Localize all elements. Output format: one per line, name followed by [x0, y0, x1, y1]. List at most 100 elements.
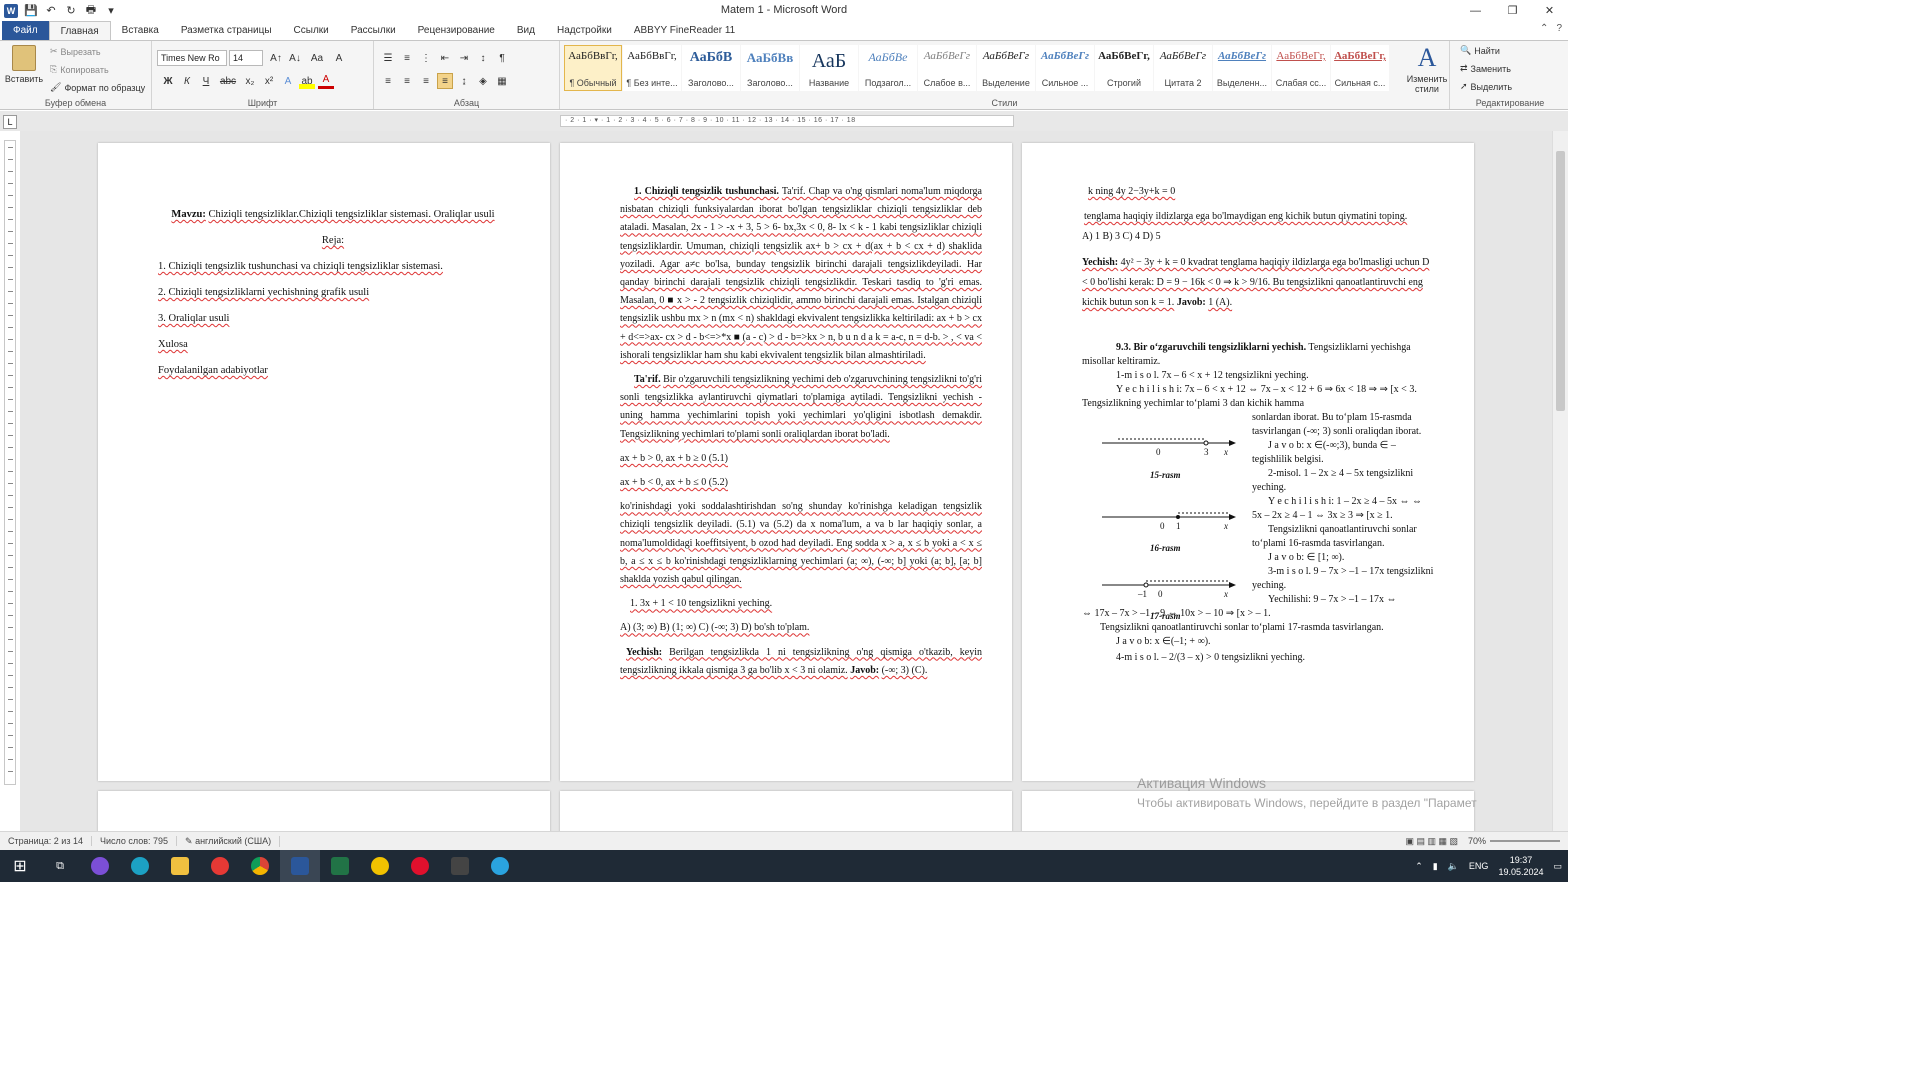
style-intense-emphasis[interactable]: АаБбВеГг Сильное ...: [1036, 45, 1094, 91]
select-button[interactable]: ➚ Выделить: [1460, 81, 1512, 92]
tab-addins[interactable]: Надстройки: [546, 21, 623, 40]
tab-references[interactable]: Ссылки: [283, 21, 340, 40]
superscript-button[interactable]: x²: [261, 73, 277, 89]
tab-page-layout[interactable]: Разметка страницы: [170, 21, 283, 40]
text-effects-icon[interactable]: A: [280, 73, 296, 89]
start-button[interactable]: ⊞: [0, 850, 40, 882]
italic-button[interactable]: К: [179, 73, 195, 89]
change-styles-button[interactable]: A Изменить стили: [1404, 45, 1450, 95]
bold-button[interactable]: Ж: [160, 73, 176, 89]
undo-icon[interactable]: ↶: [44, 4, 58, 17]
style-heading-1[interactable]: АаБбВ Заголово...: [682, 45, 740, 91]
style-subtle-reference[interactable]: АаБбВеГг, Слабая сс...: [1272, 45, 1330, 91]
align-right-icon[interactable]: ≡: [418, 73, 434, 89]
font-color-icon[interactable]: A: [318, 73, 334, 89]
tab-abbyy[interactable]: ABBYY FineReader 11: [623, 21, 746, 40]
tab-mailings[interactable]: Рассылки: [340, 21, 407, 40]
sort-icon[interactable]: ↕: [475, 50, 491, 66]
tab-home[interactable]: Главная: [48, 21, 111, 40]
zoom-level[interactable]: 70%: [1468, 836, 1486, 846]
grow-font-button[interactable]: A↑: [268, 50, 284, 66]
tab-review[interactable]: Рецензирование: [407, 21, 506, 40]
page-2[interactable]: 1. Chiziqli tengsizlik tushunchasi. Ta'r…: [560, 143, 1012, 781]
line-spacing-icon[interactable]: ↨: [456, 73, 472, 89]
zoom-slider[interactable]: [1490, 840, 1560, 842]
multilevel-list-icon[interactable]: ⋮: [418, 50, 434, 66]
taskbar-edge[interactable]: [120, 850, 160, 882]
change-case-button[interactable]: Aa: [306, 50, 328, 66]
task-view-button[interactable]: ⧉: [40, 850, 80, 882]
font-size-dropdown[interactable]: 14: [229, 50, 263, 66]
tab-selector[interactable]: L: [3, 115, 17, 129]
justify-icon[interactable]: ≡: [437, 73, 453, 89]
network-icon[interactable]: ▮: [1433, 861, 1438, 872]
volume-icon[interactable]: 🔈: [1448, 861, 1459, 872]
find-button[interactable]: 🔍 Найти: [1460, 45, 1500, 56]
taskbar-telegram[interactable]: [480, 850, 520, 882]
vertical-ruler[interactable]: [4, 140, 16, 785]
print-preview-icon[interactable]: 🖶: [84, 1, 98, 20]
style-normal[interactable]: АаБбВвГг, ¶ Обычный: [564, 45, 622, 91]
tab-insert[interactable]: Вставка: [111, 21, 170, 40]
taskbar-app-1[interactable]: [80, 850, 120, 882]
shading-icon[interactable]: ◈: [475, 73, 491, 89]
highlight-icon[interactable]: ab: [299, 73, 315, 89]
taskbar-excel[interactable]: [320, 850, 360, 882]
vertical-scrollbar[interactable]: [1552, 131, 1568, 831]
style-quote-2[interactable]: АаБбВеГг Цитата 2: [1154, 45, 1212, 91]
language-indicator[interactable]: ✎ английский (США): [177, 835, 281, 847]
style-intense-reference[interactable]: АаБбВеГг, Сильная с...: [1331, 45, 1389, 91]
clock[interactable]: 19:37 19.05.2024: [1498, 854, 1543, 878]
style-subtitle[interactable]: АаБбВе Подзагол...: [859, 45, 917, 91]
align-left-icon[interactable]: ≡: [380, 73, 396, 89]
format-painter-button[interactable]: 🖌 Формат по образцу: [50, 82, 145, 93]
help-icon[interactable]: ?: [1556, 23, 1562, 34]
underline-button[interactable]: Ч: [198, 73, 214, 89]
decrease-indent-icon[interactable]: ⇤: [437, 50, 453, 66]
strikethrough-button[interactable]: abc: [217, 73, 239, 89]
view-buttons[interactable]: ▣ ▤ ▥ ▦ ▧: [1405, 836, 1458, 847]
style-strong[interactable]: АаБбВеГг, Строгий: [1095, 45, 1153, 91]
document-canvas[interactable]: Mavzu: Chiziqli tengsizliklar.Chiziqli t…: [20, 131, 1552, 831]
page-1[interactable]: Mavzu: Chiziqli tengsizliklar.Chiziqli t…: [98, 143, 550, 781]
keyboard-language[interactable]: ENG: [1469, 861, 1489, 871]
tab-file[interactable]: Файл: [2, 21, 49, 40]
horizontal-ruler[interactable]: · 2 · 1 · ▾ · 1 · 2 · 3 · 4 · 5 · 6 · 7 …: [560, 115, 1014, 127]
font-name-dropdown[interactable]: Times New Ro: [157, 50, 227, 66]
increase-indent-icon[interactable]: ⇥: [456, 50, 472, 66]
style-heading-2[interactable]: АаБбВв Заголово...: [741, 45, 799, 91]
style-emphasis[interactable]: АаБбВеГг Выделение: [977, 45, 1035, 91]
numbering-icon[interactable]: ≡: [399, 50, 415, 66]
taskbar-app-9[interactable]: [360, 850, 400, 882]
save-icon[interactable]: 💾: [24, 4, 38, 17]
minimize-button[interactable]: —: [1457, 0, 1494, 21]
word-count[interactable]: Число слов: 795: [92, 836, 178, 846]
style-no-spacing[interactable]: АаБбВвГг, ¶ Без инте...: [623, 45, 681, 91]
style-subtle-emphasis[interactable]: АаБбВеГг Слабое в...: [918, 45, 976, 91]
borders-icon[interactable]: ▦: [494, 73, 510, 89]
paste-button[interactable]: Вставить: [5, 45, 43, 84]
align-center-icon[interactable]: ≡: [399, 73, 415, 89]
taskbar-explorer[interactable]: [160, 850, 200, 882]
taskbar-opera[interactable]: [400, 850, 440, 882]
scrollbar-thumb[interactable]: [1556, 151, 1565, 411]
page-count[interactable]: Страница: 2 из 14: [0, 836, 92, 846]
close-button[interactable]: ✕: [1531, 0, 1568, 21]
taskbar-calculator[interactable]: [440, 850, 480, 882]
ribbon-collapse-icon[interactable]: ⌃: [1540, 23, 1548, 34]
restore-button[interactable]: ❐: [1494, 0, 1531, 21]
tray-chevron-icon[interactable]: ⌃: [1415, 861, 1423, 872]
replace-button[interactable]: ⇄ Заменить: [1460, 63, 1511, 74]
cut-button[interactable]: ✂ Вырезать: [50, 46, 101, 57]
taskbar-yandex[interactable]: [200, 850, 240, 882]
style-title[interactable]: АаБ Название: [800, 45, 858, 91]
page-3[interactable]: k ning 4y 2−3y+k = 0 tenglama haqiqiy il…: [1022, 143, 1474, 781]
tab-view[interactable]: Вид: [506, 21, 546, 40]
copy-button[interactable]: ⎘ Копировать: [50, 64, 109, 75]
bullets-icon[interactable]: ☰: [380, 50, 396, 66]
shrink-font-button[interactable]: A↓: [287, 50, 303, 66]
redo-icon[interactable]: ↻: [64, 4, 78, 17]
notifications-icon[interactable]: ▭: [1553, 861, 1562, 872]
subscript-button[interactable]: x₂: [242, 73, 258, 89]
clear-format-button[interactable]: A: [331, 50, 347, 66]
